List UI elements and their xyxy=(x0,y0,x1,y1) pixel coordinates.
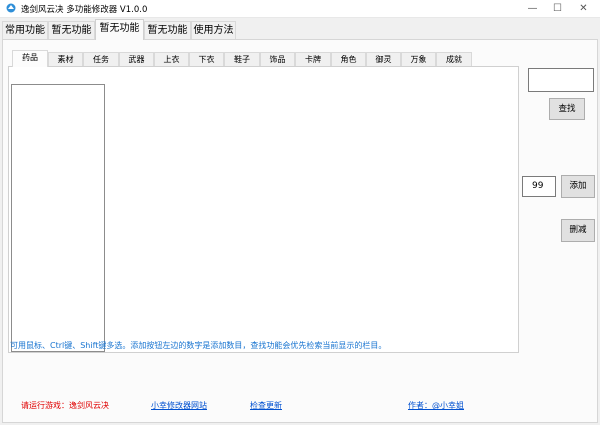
delete-button[interactable]: 删减 xyxy=(561,219,595,242)
check-update-link[interactable]: 检查更新 xyxy=(250,400,282,411)
window-title: 逸剑风云决 多功能修改器 V1.0.0 xyxy=(21,5,148,15)
main-tab-common[interactable]: 常用功能 xyxy=(2,21,48,39)
sub-tab-cards[interactable]: 卡牌 xyxy=(295,52,331,66)
sub-tab-spirits[interactable]: 御灵 xyxy=(366,52,401,66)
sub-tab-shoes[interactable]: 鞋子 xyxy=(224,52,260,66)
sub-tab-weapons[interactable]: 武器 xyxy=(119,52,154,66)
usage-hint: 可用鼠标、Ctrl键、Shift键多选。添加按钮左边的数字是添加数目，查找功能会… xyxy=(10,341,387,350)
author-link[interactable]: 作者：@小幸姐 xyxy=(408,400,464,411)
title-bar: 逸剑风云决 多功能修改器 V1.0.0 — ☐ ✕ xyxy=(0,0,600,17)
main-tab-usage[interactable]: 使用方法 xyxy=(191,21,236,39)
close-button[interactable]: ✕ xyxy=(567,0,600,17)
search-input[interactable] xyxy=(528,68,594,92)
sub-tab-achievements[interactable]: 成就 xyxy=(436,52,472,66)
add-button[interactable]: 添加 xyxy=(561,175,595,198)
main-tab-none-1[interactable]: 暂无功能 xyxy=(48,21,95,39)
sub-tab-accessories[interactable]: 饰品 xyxy=(260,52,295,66)
sub-tab-quests[interactable]: 任务 xyxy=(83,52,119,66)
run-game-notice: 请运行游戏：逸剑风云决 xyxy=(21,401,109,410)
sub-tab-wanxiang[interactable]: 万象 xyxy=(401,52,436,66)
sub-tab-tops[interactable]: 上衣 xyxy=(154,52,189,66)
window-body: 常用功能 暂无功能 暂无功能 暂无功能 使用方法 药品 素材 任务 武器 上衣 … xyxy=(0,17,600,425)
search-button[interactable]: 查找 xyxy=(549,98,585,120)
main-tab-none-2[interactable]: 暂无功能 xyxy=(95,19,144,40)
main-tab-none-3[interactable]: 暂无功能 xyxy=(144,21,191,39)
website-link[interactable]: 小幸修改器网站 xyxy=(151,400,207,411)
sub-tab-bottoms[interactable]: 下衣 xyxy=(189,52,224,66)
app-icon xyxy=(6,3,16,13)
quantity-input[interactable]: 99 xyxy=(522,176,556,197)
sub-tab-materials[interactable]: 素材 xyxy=(48,52,83,66)
sub-tab-characters[interactable]: 角色 xyxy=(331,52,366,66)
sub-tab-medicine[interactable]: 药品 xyxy=(12,50,48,67)
item-list[interactable] xyxy=(11,84,105,352)
